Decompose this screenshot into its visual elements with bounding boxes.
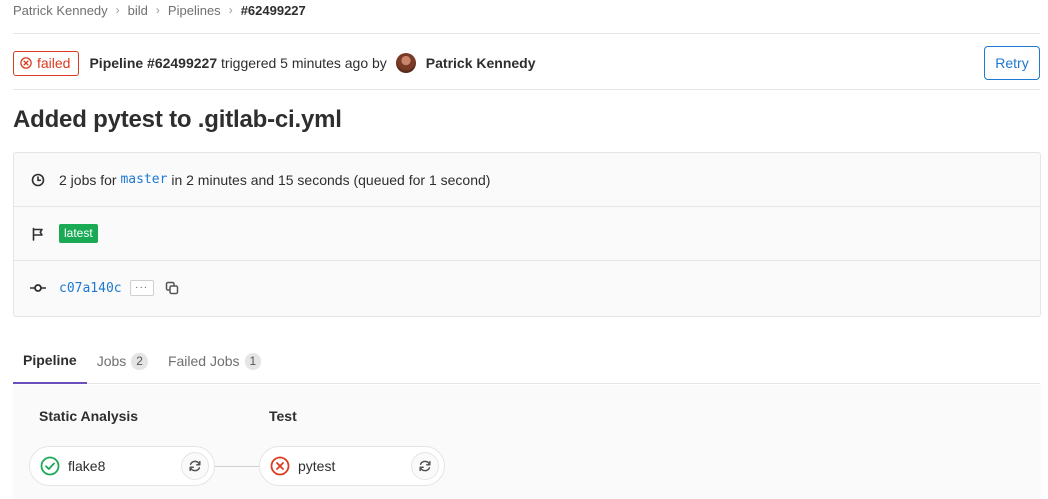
latest-badge[interactable]: latest xyxy=(59,224,98,243)
retry-icon xyxy=(419,460,431,472)
author-name[interactable]: Patrick Kennedy xyxy=(426,55,536,71)
tab-label: Failed Jobs xyxy=(167,353,240,369)
flag-icon xyxy=(30,226,46,242)
retry-job-button[interactable] xyxy=(411,452,439,480)
breadcrumb: Patrick Kennedy › bild › Pipelines › #62… xyxy=(13,2,306,18)
status-label: failed xyxy=(37,55,71,71)
success-status-icon xyxy=(40,456,60,476)
breadcrumb-current[interactable]: #62499227 xyxy=(241,3,306,18)
breadcrumb-pipelines[interactable]: Pipelines xyxy=(168,3,221,18)
job-name: pytest xyxy=(298,458,336,474)
retry-icon xyxy=(189,460,201,472)
pipeline-graph: Static Analysis Test flake8 pytest xyxy=(13,385,1041,499)
failed-status-icon xyxy=(270,456,290,476)
tab-pipeline[interactable]: Pipeline xyxy=(13,338,87,384)
tab-failed-jobs[interactable]: Failed Jobs 1 xyxy=(158,338,271,384)
jobs-row: 2 jobs for master in 2 minutes and 15 se… xyxy=(14,153,1040,207)
clock-icon xyxy=(30,172,46,188)
commit-icon xyxy=(30,280,46,296)
commit-sha-link[interactable]: c07a140c xyxy=(59,281,122,296)
status-badge[interactable]: failed xyxy=(13,50,80,76)
stage-title-test: Test xyxy=(269,408,297,424)
tab-label: Pipeline xyxy=(23,352,77,368)
expand-commit-message-button[interactable]: ··· xyxy=(129,280,154,296)
jobs-suffix: in 2 minutes and 15 seconds (queued for … xyxy=(171,171,491,188)
chevron-right-icon: › xyxy=(155,3,160,17)
job-flake8[interactable]: flake8 xyxy=(29,446,215,486)
pipeline-tabs: Pipeline Jobs 2 Failed Jobs 1 xyxy=(13,338,1040,384)
job-pytest[interactable]: pytest xyxy=(259,446,445,486)
triggered-text: triggered 5 minutes ago by xyxy=(221,55,387,71)
failed-jobs-count-badge: 1 xyxy=(244,352,262,370)
pipeline-info-box: 2 jobs for master in 2 minutes and 15 se… xyxy=(13,152,1041,317)
chevron-right-icon: › xyxy=(115,3,120,17)
pipeline-header: failed Pipeline #62499227 triggered 5 mi… xyxy=(13,46,1040,80)
stage-connector xyxy=(214,466,260,467)
chevron-right-icon: › xyxy=(228,3,233,17)
page-title: Added pytest to .gitlab-ci.yml xyxy=(13,106,342,133)
jobs-prefix: 2 jobs for xyxy=(59,171,117,188)
stage-title-static-analysis: Static Analysis xyxy=(39,408,139,424)
breadcrumb-project[interactable]: bild xyxy=(128,3,148,18)
avatar[interactable] xyxy=(395,53,416,73)
tags-row: latest xyxy=(14,207,1040,261)
copy-sha-button[interactable] xyxy=(164,280,180,296)
retry-job-button[interactable] xyxy=(181,452,209,480)
branch-link[interactable]: master xyxy=(120,172,167,187)
retry-button[interactable]: Retry xyxy=(984,46,1040,80)
pipeline-info: Pipeline #62499227 triggered 5 minutes a… xyxy=(89,53,536,73)
commit-row: c07a140c ··· xyxy=(14,261,1040,315)
tab-label: Jobs xyxy=(96,353,127,369)
failed-status-icon xyxy=(20,57,32,69)
tab-jobs[interactable]: Jobs 2 xyxy=(87,338,158,384)
divider xyxy=(13,33,1040,34)
pipeline-id: Pipeline #62499227 xyxy=(89,55,218,71)
jobs-count-badge: 2 xyxy=(131,352,148,370)
divider xyxy=(13,89,1040,90)
copy-icon xyxy=(165,281,178,295)
breadcrumb-user[interactable]: Patrick Kennedy xyxy=(13,3,108,18)
job-name: flake8 xyxy=(68,458,106,474)
